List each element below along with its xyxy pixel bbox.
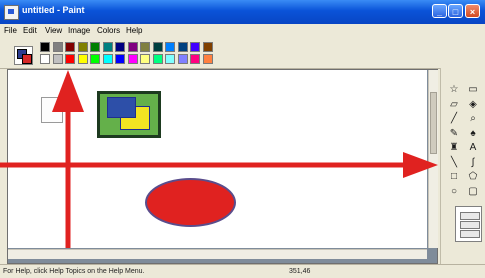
paint-window: untitled - Paint _ □ × File Edit View Im…: [0, 0, 485, 278]
tool-option-2[interactable]: [460, 221, 480, 229]
current-colors-indicator[interactable]: [14, 46, 33, 65]
menu-file[interactable]: File: [4, 26, 17, 35]
color-swatch[interactable]: [77, 42, 88, 52]
color-swatch[interactable]: [77, 54, 88, 64]
vertical-scrollbar[interactable]: [428, 70, 438, 248]
rounded-rectangle-icon[interactable]: ▢: [465, 184, 481, 200]
close-button[interactable]: ×: [465, 4, 480, 18]
minimize-button[interactable]: _: [432, 4, 447, 18]
tool-option-3[interactable]: [460, 230, 480, 238]
color-swatch[interactable]: [40, 54, 50, 64]
color-palette: [40, 42, 216, 66]
horizontal-scrollbar[interactable]: [8, 249, 427, 259]
color-swatch[interactable]: [165, 42, 175, 52]
color-swatch[interactable]: [102, 54, 113, 64]
vertical-scroll-thumb[interactable]: [430, 92, 437, 154]
tool-option-1[interactable]: [460, 212, 480, 220]
color-swatch[interactable]: [90, 42, 100, 52]
menu-help[interactable]: Help: [126, 26, 142, 35]
color-swatch[interactable]: [65, 42, 75, 52]
color-swatch[interactable]: [202, 54, 213, 64]
menu-colors[interactable]: Colors: [97, 26, 120, 35]
status-bar: For Help, click Help Topics on the Help …: [0, 264, 485, 278]
color-box: [0, 39, 485, 69]
color-swatch[interactable]: [177, 54, 188, 64]
color-swatch[interactable]: [52, 42, 63, 52]
color-swatch[interactable]: [115, 54, 125, 64]
red-ellipse-shape: [145, 178, 236, 227]
status-help-text: For Help, click Help Topics on the Help …: [3, 268, 145, 275]
color-swatch[interactable]: [202, 42, 213, 52]
blue-square-shape: [107, 97, 136, 118]
color-swatch[interactable]: [152, 54, 163, 64]
color-swatch[interactable]: [190, 54, 200, 64]
window-title: untitled - Paint: [22, 5, 85, 15]
menu-bar: File Edit View Image Colors Help: [0, 24, 485, 39]
color-swatch[interactable]: [190, 42, 200, 52]
drawing-canvas[interactable]: [8, 70, 427, 248]
maximize-button[interactable]: □: [448, 4, 463, 18]
color-swatch[interactable]: [127, 42, 138, 52]
color-swatch[interactable]: [52, 54, 63, 64]
color-swatch[interactable]: [140, 54, 150, 64]
tool-options-box[interactable]: [455, 206, 482, 242]
paint-app-icon: [4, 5, 19, 20]
color-swatch[interactable]: [127, 54, 138, 64]
green-square-shape: [97, 91, 161, 138]
color-swatch[interactable]: [90, 54, 100, 64]
title-bar[interactable]: untitled - Paint _ □ ×: [0, 0, 485, 25]
background-color-swatch: [22, 54, 32, 64]
color-swatch[interactable]: [102, 42, 113, 52]
color-swatch[interactable]: [177, 42, 188, 52]
menu-edit[interactable]: Edit: [23, 26, 37, 35]
ellipse-icon[interactable]: ○: [446, 184, 462, 200]
color-swatch[interactable]: [40, 42, 50, 52]
color-swatch[interactable]: [115, 42, 125, 52]
menu-view[interactable]: View: [45, 26, 62, 35]
color-swatch[interactable]: [65, 54, 75, 64]
selection-outline: [41, 97, 63, 123]
color-swatch[interactable]: [165, 54, 175, 64]
menu-image[interactable]: Image: [68, 26, 90, 35]
color-swatch[interactable]: [140, 42, 150, 52]
color-swatch[interactable]: [152, 42, 163, 52]
status-coordinates: 351,46: [289, 268, 311, 275]
